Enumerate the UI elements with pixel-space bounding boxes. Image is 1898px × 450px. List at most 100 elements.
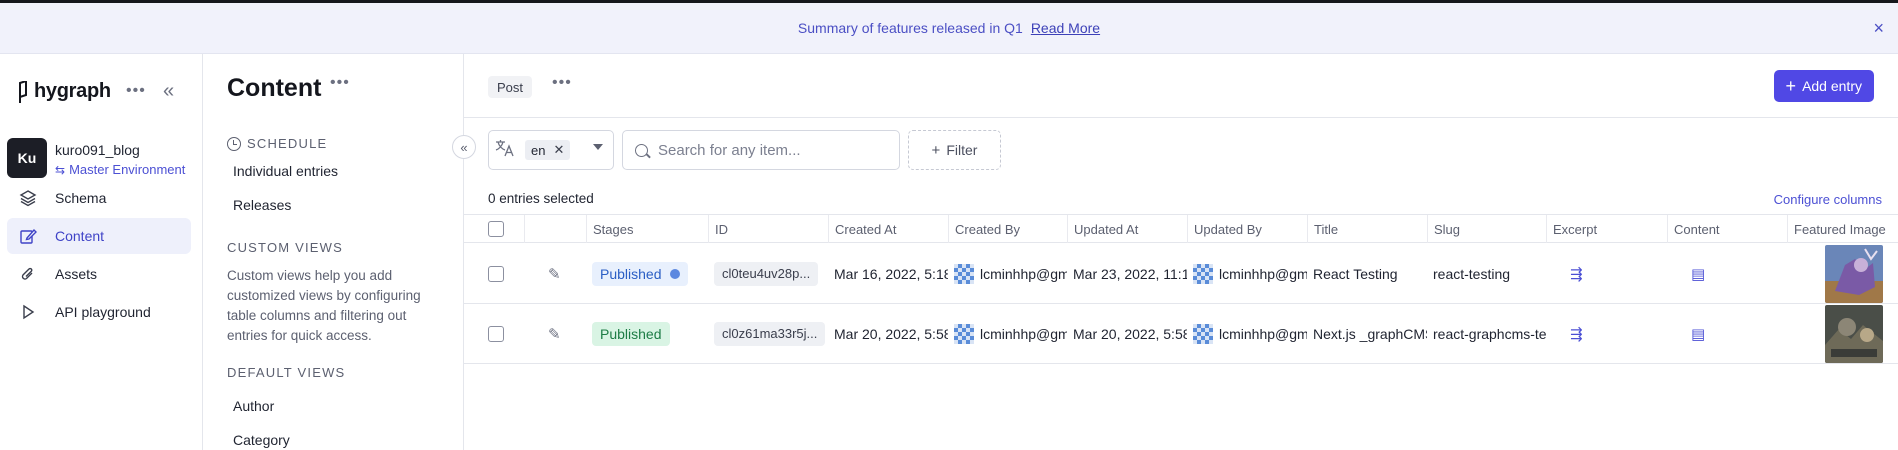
banner-text: Summary of features released in Q1 xyxy=(797,20,1023,36)
play-icon xyxy=(17,301,39,323)
column-header[interactable]: Title xyxy=(1307,215,1427,243)
collapse-content-sidebar-icon[interactable]: « xyxy=(452,135,476,159)
created-at: Mar 16, 2022, 5:18 xyxy=(834,265,948,282)
title-cell: React Testing xyxy=(1313,265,1398,282)
close-icon[interactable]: × xyxy=(1873,18,1884,39)
updated-by: lcminhhp@gm xyxy=(1187,304,1307,363)
read-more-link[interactable]: Read More xyxy=(1031,20,1100,36)
announcement-banner: Summary of features released in Q1 Read … xyxy=(0,3,1898,54)
hygraph-logo-icon xyxy=(19,80,27,103)
column-header[interactable]: Stages xyxy=(586,215,708,243)
view-category[interactable]: Category xyxy=(233,432,290,448)
table-row[interactable]: ✎ Published cl0teu4uv28p... Mar 16, 2022… xyxy=(464,244,1898,304)
column-header[interactable]: Created By xyxy=(948,215,1067,243)
column-header[interactable]: Content xyxy=(1667,215,1787,243)
collapse-sidebar-icon[interactable]: « xyxy=(163,80,174,103)
translate-icon xyxy=(495,139,517,161)
info-icon[interactable] xyxy=(669,268,680,279)
content-sidebar: Content ••• SCHEDULE Individual entries … xyxy=(203,54,464,450)
updated-at: Mar 20, 2022, 5:58 xyxy=(1073,325,1187,342)
nav-item-label: Content xyxy=(55,228,105,244)
chevron-down-icon[interactable] xyxy=(593,144,603,150)
select-all-cell xyxy=(464,215,524,243)
environment-label: Master Environment xyxy=(69,162,186,177)
created-at: Mar 20, 2022, 5:58 xyxy=(834,325,948,342)
filter-button[interactable]: + Filter xyxy=(908,130,1001,170)
user-avatar xyxy=(1193,263,1213,284)
locale-selector[interactable]: en ✕ xyxy=(488,130,614,170)
plus-icon: + xyxy=(931,141,941,159)
column-header[interactable]: Updated At xyxy=(1067,215,1187,243)
search-icon xyxy=(635,143,648,157)
remove-locale-icon[interactable]: ✕ xyxy=(553,142,564,158)
row-checkbox[interactable] xyxy=(488,325,504,342)
select-all-checkbox[interactable] xyxy=(488,221,504,237)
nav-sidebar: hygraph ••• « Ku kuro091_blog ⇆ Master E… xyxy=(0,54,203,450)
created-by: lcminhhp@gm xyxy=(948,244,1067,303)
nav-item-api-playground[interactable]: API playground xyxy=(7,294,191,330)
configure-columns-link[interactable]: Configure columns xyxy=(1774,192,1882,207)
page-title: Content xyxy=(227,74,322,102)
featured-image-thumbnail[interactable] xyxy=(1825,304,1883,363)
column-header[interactable]: Updated By xyxy=(1187,215,1307,243)
project-switcher[interactable]: Ku kuro091_blog ⇆ Master Environment xyxy=(7,138,185,178)
table-row[interactable]: ✎ Published cl0z61ma33r5j... Mar 20, 202… xyxy=(464,304,1898,364)
custom-views-heading: CUSTOM VIEWS xyxy=(227,240,344,255)
id-chip[interactable]: cl0teu4uv28p... xyxy=(714,261,819,286)
document-edit-icon[interactable]: ▤ xyxy=(1691,325,1705,343)
edit-icon xyxy=(17,225,39,247)
edit-icon[interactable]: ✎ xyxy=(548,325,561,343)
model-tag: Post xyxy=(488,76,533,98)
user-avatar xyxy=(1193,323,1213,344)
column-header[interactable]: Slug xyxy=(1427,215,1546,243)
view-author[interactable]: Author xyxy=(233,398,274,414)
link-individual-entries[interactable]: Individual entries xyxy=(233,163,338,179)
more-icon[interactable]: ••• xyxy=(126,82,146,100)
clock-icon xyxy=(227,136,241,151)
more-icon[interactable]: ••• xyxy=(330,74,350,92)
project-avatar: Ku xyxy=(7,138,47,178)
selection-count: 0 entries selected xyxy=(488,191,594,206)
document-edit-icon[interactable]: ▤ xyxy=(1691,265,1705,283)
edit-icon[interactable]: ✎ xyxy=(548,265,561,283)
row-checkbox[interactable] xyxy=(488,265,504,282)
schedule-heading: SCHEDULE xyxy=(227,136,327,151)
search-box xyxy=(622,130,900,170)
title-cell: Next.js _graphCMS xyxy=(1313,325,1427,342)
logo-text: hygraph xyxy=(34,80,111,102)
featured-image-thumbnail[interactable] xyxy=(1825,244,1883,303)
updated-by: lcminhhp@gm xyxy=(1187,244,1307,303)
layers-icon xyxy=(17,187,39,209)
created-by: lcminhhp@gm xyxy=(948,304,1067,363)
nav-item-content[interactable]: Content xyxy=(7,218,191,254)
nav-item-assets[interactable]: Assets xyxy=(7,256,191,292)
project-name: kuro091_blog xyxy=(55,142,140,158)
logo[interactable]: hygraph xyxy=(16,80,111,103)
main-content: Post ••• + Add entry en ✕ + Filter 0 ent… xyxy=(464,54,1898,450)
search-input[interactable] xyxy=(658,141,878,159)
link-releases[interactable]: Releases xyxy=(233,197,291,213)
main-header: Post ••• + Add entry xyxy=(464,54,1898,118)
more-icon[interactable]: ••• xyxy=(552,74,572,92)
id-chip[interactable]: cl0z61ma33r5j... xyxy=(714,321,826,346)
default-views-heading: DEFAULT VIEWS xyxy=(227,365,346,380)
add-entry-button[interactable]: + Add entry xyxy=(1773,70,1874,102)
locale-chip: en ✕ xyxy=(525,140,571,160)
column-header[interactable]: Created At xyxy=(828,215,948,243)
column-header[interactable]: Excerpt xyxy=(1546,215,1667,243)
column-header[interactable]: Featured Image xyxy=(1787,215,1898,243)
slug-cell: react-testing xyxy=(1433,265,1511,282)
nav-item-label: Assets xyxy=(55,266,98,282)
edit-column-header xyxy=(524,215,586,243)
rich-text-icon[interactable]: ⇶ xyxy=(1570,265,1583,283)
custom-views-description: Custom views help you add customized vie… xyxy=(227,268,421,343)
nav-item-label: API playground xyxy=(55,304,151,320)
user-avatar xyxy=(954,323,974,344)
rich-text-icon[interactable]: ⇶ xyxy=(1570,325,1583,343)
column-header[interactable]: ID xyxy=(708,215,828,243)
nav-item-label: Schema xyxy=(55,190,107,206)
status-badge: Published xyxy=(592,261,688,286)
environment-selector[interactable]: ⇆ Master Environment xyxy=(55,162,185,177)
status-badge: Published xyxy=(592,321,670,346)
nav-item-schema[interactable]: Schema xyxy=(7,180,191,216)
